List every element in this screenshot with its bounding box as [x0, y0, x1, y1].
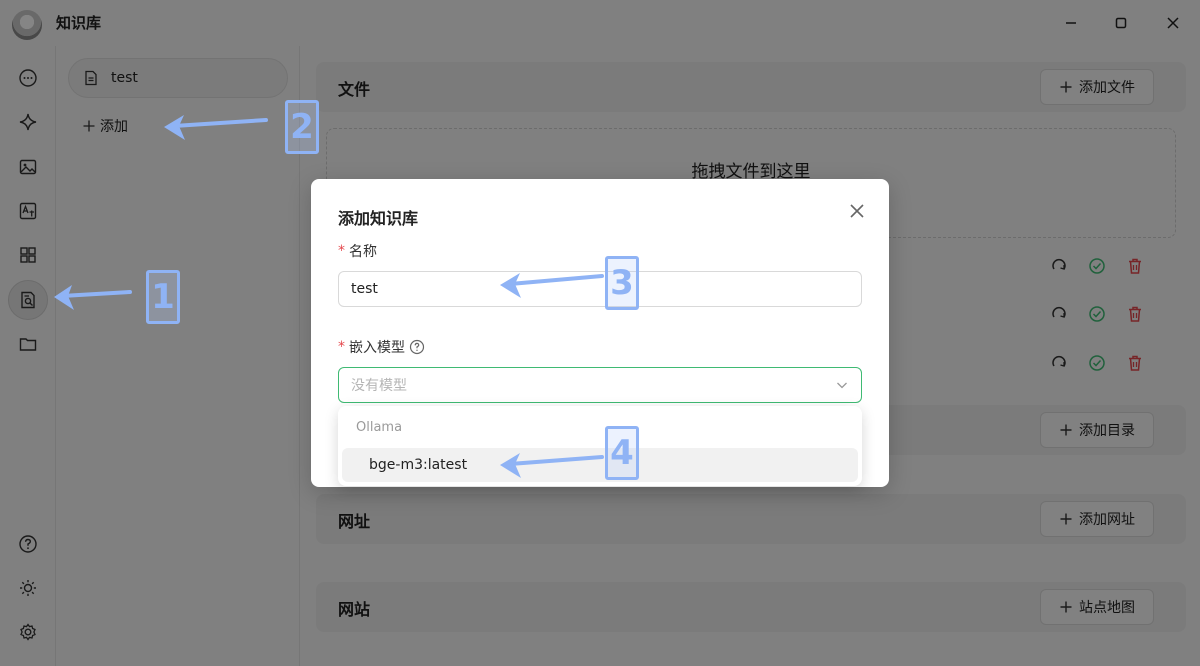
embedding-model-select[interactable]: 没有模型	[338, 367, 862, 403]
model-label-text: 嵌入模型	[349, 340, 405, 356]
annotation-arrow	[500, 273, 604, 298]
annotation-arrow	[54, 285, 132, 310]
name-field-label: * 名称	[338, 241, 377, 261]
model-field-label: * 嵌入模型	[338, 337, 425, 357]
chevron-down-icon	[837, 382, 847, 389]
required-mark: *	[338, 339, 345, 355]
name-label-text: 名称	[349, 244, 377, 260]
help-tooltip-trigger[interactable]	[409, 339, 425, 355]
annotation-step-badge: 3	[605, 256, 639, 310]
dialog-title: 添加知识库	[338, 209, 419, 228]
annotation-step-badge: 1	[146, 270, 180, 324]
required-mark: *	[338, 243, 345, 259]
dropdown-group-label: Ollama	[356, 420, 403, 435]
question-circle-icon	[409, 339, 425, 355]
select-placeholder: 没有模型	[351, 378, 407, 394]
annotation-arrow	[500, 453, 604, 478]
close-icon	[850, 204, 864, 218]
annotation-step-badge: 4	[605, 426, 639, 480]
dialog-close-button[interactable]	[847, 201, 867, 221]
annotation-arrow	[164, 115, 268, 140]
annotation-step-badge: 2	[285, 100, 319, 154]
